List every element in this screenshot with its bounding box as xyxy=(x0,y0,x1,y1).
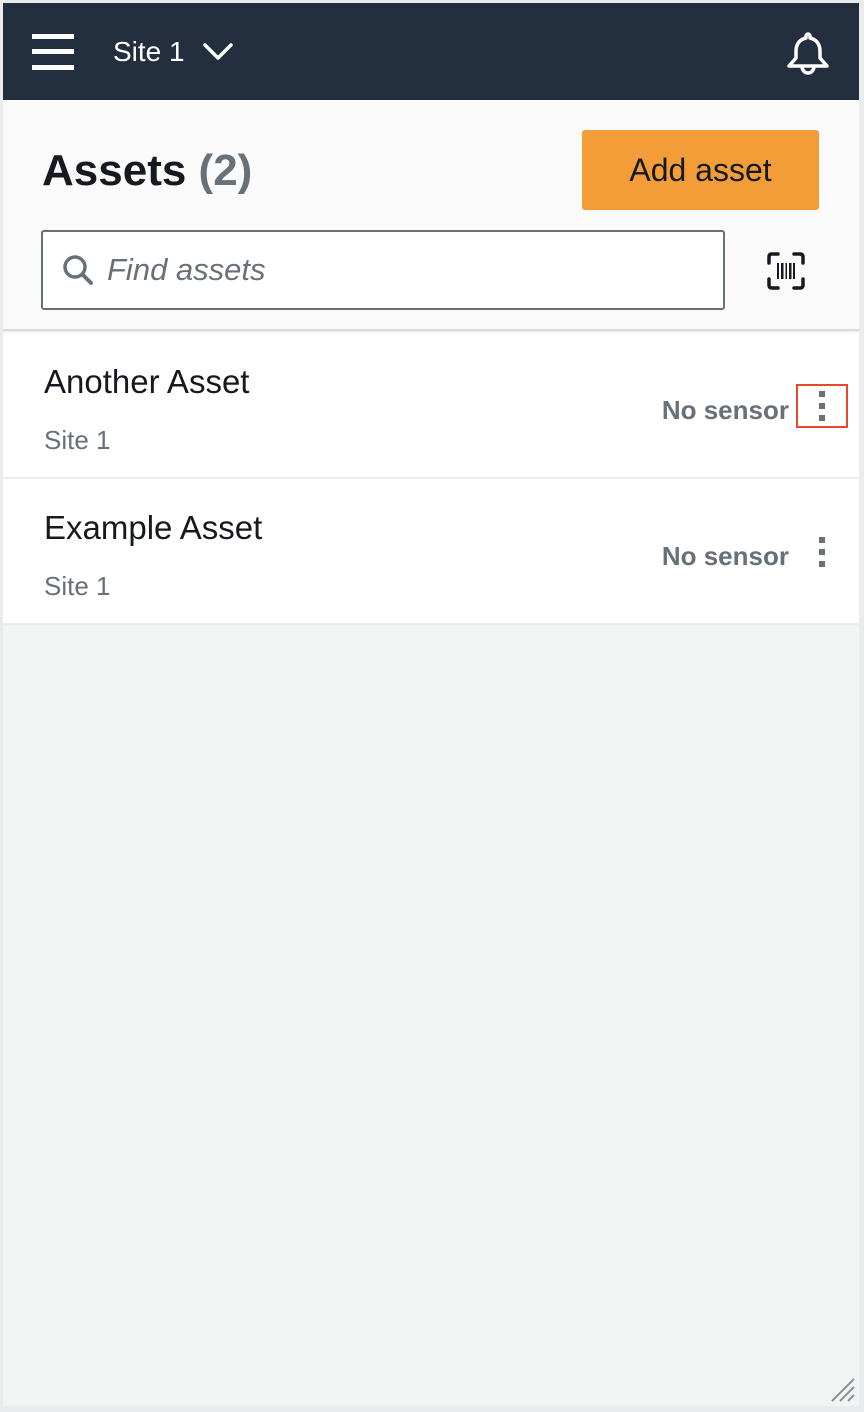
sensor-status: No sensor xyxy=(661,541,789,571)
asset-name: Another Asset xyxy=(44,363,250,400)
asset-list: Another Asset Site 1 No sensor Example A… xyxy=(3,333,859,625)
asset-site: Site 1 xyxy=(44,571,111,601)
app-frame: Site 1 Assets (2) Add asset Find assets … xyxy=(3,3,859,1406)
site-selector[interactable]: Site 1 xyxy=(113,31,233,73)
asset-site: Site 1 xyxy=(44,425,111,455)
sensor-status: No sensor xyxy=(661,395,789,425)
top-navigation-bar: Site 1 xyxy=(3,3,859,100)
more-vertical-icon[interactable] xyxy=(796,530,848,574)
site-selector-label: Site 1 xyxy=(113,36,185,67)
more-vertical-icon[interactable] xyxy=(796,384,848,428)
page-title: Assets (2) xyxy=(42,146,252,196)
page-title-text: Assets xyxy=(42,146,187,195)
asset-list-item[interactable]: Another Asset Site 1 No sensor xyxy=(3,333,859,479)
hamburger-menu-icon[interactable] xyxy=(32,34,74,70)
resize-grip-icon[interactable] xyxy=(829,1376,855,1402)
search-field[interactable] xyxy=(41,230,725,310)
barcode-scan-icon[interactable] xyxy=(766,251,806,291)
asset-list-item[interactable]: Example Asset Site 1 No sensor xyxy=(3,479,859,625)
search-icon xyxy=(63,255,93,285)
chevron-down-icon xyxy=(202,43,233,60)
assets-header: Assets (2) Add asset xyxy=(3,100,859,331)
asset-name: Example Asset xyxy=(44,509,263,546)
asset-count: (2) xyxy=(198,146,253,195)
bell-icon[interactable] xyxy=(783,28,833,78)
add-asset-button[interactable]: Add asset xyxy=(582,130,819,210)
search-input[interactable] xyxy=(107,252,687,288)
